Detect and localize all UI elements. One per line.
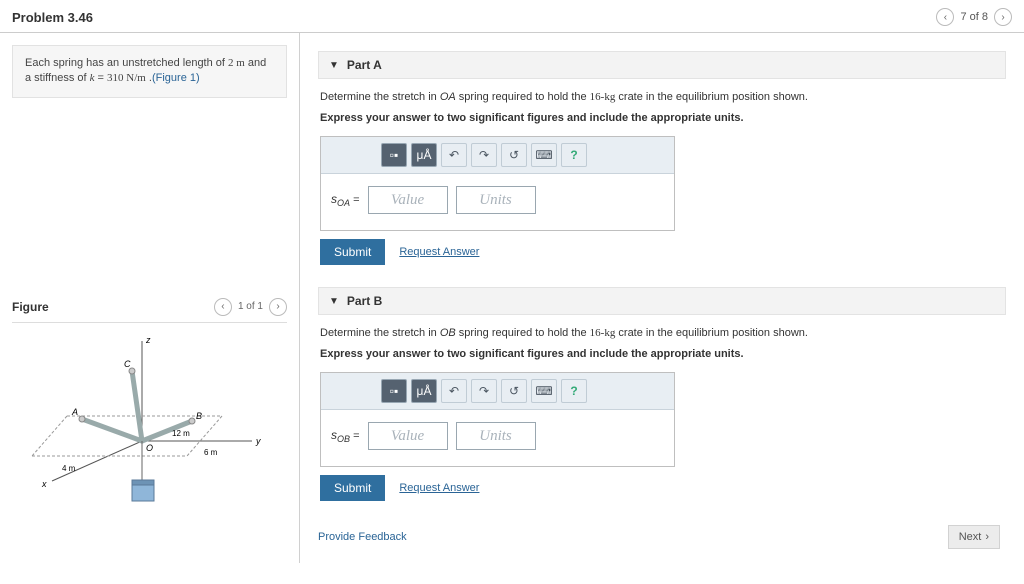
next-button[interactable]: Next› bbox=[948, 525, 1000, 549]
svg-text:A: A bbox=[71, 407, 78, 417]
part-a-value-input[interactable]: Value bbox=[368, 186, 448, 214]
svg-text:z: z bbox=[145, 335, 151, 345]
part-b-prompt: Determine the stretch in OB spring requi… bbox=[320, 325, 1004, 342]
redo-button[interactable]: ↷ bbox=[471, 379, 497, 403]
part-b-units-input[interactable]: Units bbox=[456, 422, 536, 450]
svg-text:C: C bbox=[124, 359, 131, 369]
help-button[interactable]: ? bbox=[561, 379, 587, 403]
figure-title: Figure bbox=[12, 300, 49, 314]
part-a-prompt: Determine the stretch in OA spring requi… bbox=[320, 89, 1004, 106]
templates-button[interactable]: ▫▪ bbox=[381, 379, 407, 403]
part-a-submit-button[interactable]: Submit bbox=[320, 239, 385, 265]
reset-button[interactable]: ↺ bbox=[501, 143, 527, 167]
part-a-answer-box: ▫▪ μÅ ↶ ↷ ↺ ⌨ ? sOA = Value Units bbox=[320, 136, 675, 231]
caret-down-icon: ▼ bbox=[329, 60, 339, 71]
svg-text:y: y bbox=[255, 436, 261, 446]
problem-title: Problem 3.46 bbox=[12, 10, 93, 25]
figure-prev-button[interactable]: ‹ bbox=[214, 298, 232, 316]
templates-button[interactable]: ▫▪ bbox=[381, 143, 407, 167]
figure-next-button[interactable]: › bbox=[269, 298, 287, 316]
part-a-units-input[interactable]: Units bbox=[456, 186, 536, 214]
part-b-answer-box: ▫▪ μÅ ↶ ↷ ↺ ⌨ ? sOB = Value Units bbox=[320, 372, 675, 467]
figure-diagram: z x y C A B O 12 m 6 m 4 m bbox=[12, 331, 272, 511]
part-a-header[interactable]: ▼ Part A bbox=[318, 51, 1006, 79]
caret-down-icon: ▼ bbox=[329, 296, 339, 307]
problem-intro: Each spring has an unstretched length of… bbox=[12, 45, 287, 98]
figure-pager: ‹ 1 of 1 › bbox=[214, 298, 287, 316]
next-problem-button[interactable]: › bbox=[994, 8, 1012, 26]
undo-button[interactable]: ↶ bbox=[441, 379, 467, 403]
svg-text:x: x bbox=[41, 479, 47, 489]
keyboard-button[interactable]: ⌨ bbox=[531, 379, 557, 403]
part-a-variable: sOA = bbox=[331, 190, 360, 211]
part-a-instruction: Express your answer to two significant f… bbox=[320, 110, 1004, 127]
svg-text:6 m: 6 m bbox=[204, 448, 218, 457]
part-b-submit-button[interactable]: Submit bbox=[320, 475, 385, 501]
figure-link[interactable]: (Figure 1) bbox=[152, 72, 200, 84]
svg-text:O: O bbox=[146, 443, 153, 453]
prev-problem-button[interactable]: ‹ bbox=[936, 8, 954, 26]
part-b-request-answer-link[interactable]: Request Answer bbox=[399, 480, 479, 497]
problem-pager: ‹ 7 of 8 › bbox=[936, 8, 1012, 26]
chevron-right-icon: › bbox=[985, 531, 989, 543]
part-b-header[interactable]: ▼ Part B bbox=[318, 287, 1006, 315]
undo-button[interactable]: ↶ bbox=[441, 143, 467, 167]
keyboard-button[interactable]: ⌨ bbox=[531, 143, 557, 167]
provide-feedback-link[interactable]: Provide Feedback bbox=[318, 531, 407, 543]
pager-text: 7 of 8 bbox=[960, 11, 988, 23]
part-b-instruction: Express your answer to two significant f… bbox=[320, 346, 1004, 363]
part-a-request-answer-link[interactable]: Request Answer bbox=[399, 244, 479, 261]
svg-text:12 m: 12 m bbox=[172, 429, 190, 438]
help-button[interactable]: ? bbox=[561, 143, 587, 167]
part-b-variable: sOB = bbox=[331, 426, 360, 447]
reset-button[interactable]: ↺ bbox=[501, 379, 527, 403]
redo-button[interactable]: ↷ bbox=[471, 143, 497, 167]
special-chars-button[interactable]: μÅ bbox=[411, 143, 437, 167]
svg-text:4 m: 4 m bbox=[62, 464, 76, 473]
part-b-value-input[interactable]: Value bbox=[368, 422, 448, 450]
special-chars-button[interactable]: μÅ bbox=[411, 379, 437, 403]
svg-text:B: B bbox=[196, 411, 202, 421]
